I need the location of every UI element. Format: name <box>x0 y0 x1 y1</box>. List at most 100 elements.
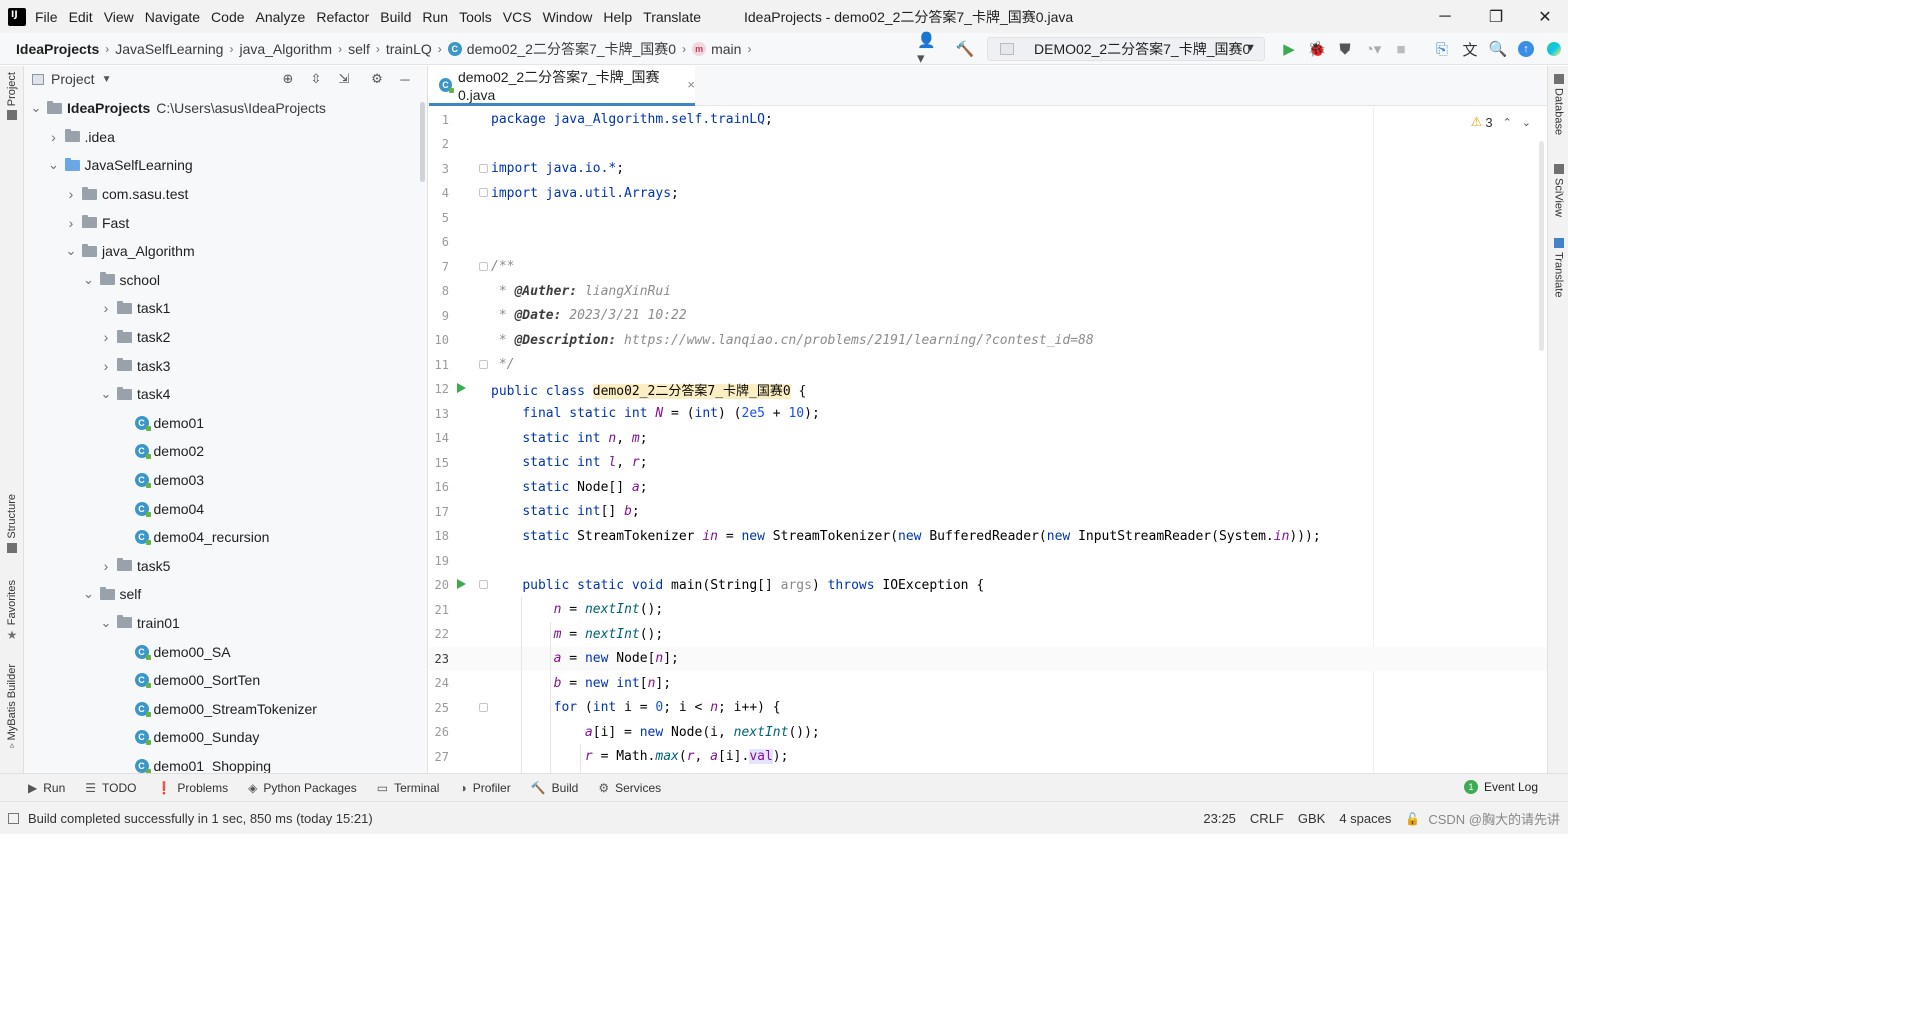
breadcrumb-item[interactable]: Cdemo02_2二分答案7_卡牌_国赛0 <box>447 39 676 59</box>
tab-sciview[interactable]: SciView <box>1548 164 1569 217</box>
chevron-down-icon[interactable]: ▼ <box>102 74 112 85</box>
breadcrumb-item[interactable]: trainLQ <box>386 41 432 57</box>
gear-icon[interactable]: ⚙ <box>364 69 390 89</box>
gutter[interactable] <box>449 230 491 254</box>
tree-item[interactable]: ⌄ JavaSelfLearning <box>24 151 420 180</box>
hammer-icon[interactable]: 🔨 <box>952 36 978 62</box>
code-line[interactable]: 14 static int n, m; <box>429 426 1547 451</box>
tree-item[interactable]: Cdemo01 <box>24 409 420 438</box>
gutter[interactable] <box>449 745 491 769</box>
code-line[interactable]: 25 for (int i = 0; i < n; i++) { <box>429 696 1547 721</box>
tree-item[interactable]: Cdemo00_Sunday <box>24 723 420 752</box>
chevron-up-icon[interactable]: ⌃ <box>1503 116 1512 129</box>
code-line[interactable]: 12 public class demo02_2二分答案7_卡牌_国赛0 { <box>429 377 1547 402</box>
close-tab-icon[interactable]: × <box>687 77 695 92</box>
menu-code[interactable]: Code <box>211 9 244 25</box>
coverage-icon[interactable]: ⛊ <box>1332 36 1358 62</box>
code-line[interactable]: 6 <box>429 230 1547 255</box>
gutter[interactable] <box>449 304 491 328</box>
fold-icon[interactable] <box>479 580 488 590</box>
breadcrumb-item[interactable]: java_Algorithm <box>239 41 332 57</box>
tree-item[interactable]: ⌄ task4 <box>24 380 420 409</box>
gutter[interactable] <box>449 108 491 132</box>
chevron-down-icon[interactable]: ⌄ <box>1522 116 1531 129</box>
chevron-right-icon[interactable]: › <box>100 559 112 573</box>
event-log-button[interactable]: 1 Event Log <box>1463 780 1538 794</box>
debug-icon[interactable]: 🐞 <box>1304 36 1330 62</box>
chevron-right-icon[interactable]: › <box>100 330 112 344</box>
tool-python-packages[interactable]: ◈ Python Packages <box>248 781 357 795</box>
chevron-right-icon[interactable]: › <box>48 130 60 144</box>
tool-services[interactable]: ⚙ Services <box>598 781 661 795</box>
menu-translate[interactable]: Translate <box>643 9 701 25</box>
editor-scrollbar[interactable] <box>1535 141 1547 351</box>
user-icon[interactable]: 👤▾ <box>917 32 943 67</box>
run-gutter-icon[interactable] <box>457 579 466 590</box>
profile-icon[interactable]: ◔▾ <box>1360 36 1386 62</box>
tool-terminal[interactable]: ▭ Terminal <box>377 781 440 795</box>
menu-vcs[interactable]: VCS <box>503 9 532 25</box>
code-line[interactable]: 9 * @Date: 2023/3/21 10:22 <box>429 304 1547 329</box>
lock-icon[interactable]: 🔓 <box>1405 812 1420 826</box>
expand-all-icon[interactable]: ⇳ <box>303 69 329 89</box>
gutter[interactable] <box>449 720 491 744</box>
gutter[interactable] <box>449 402 491 426</box>
tool-profiler[interactable]: ◑ Profiler <box>459 781 510 795</box>
menu-refactor[interactable]: Refactor <box>316 9 369 25</box>
tree-item[interactable]: Cdemo00_SortTen <box>24 666 420 695</box>
code-line[interactable]: 5 <box>429 206 1547 231</box>
menu-tools[interactable]: Tools <box>459 9 492 25</box>
gutter[interactable] <box>449 181 491 205</box>
translate-icon[interactable]: 文 <box>1457 36 1483 62</box>
code-line[interactable]: 3 import java.io.*; <box>429 157 1547 182</box>
code-line[interactable]: 22 m = nextInt(); <box>429 622 1547 647</box>
tree-item[interactable]: Cdemo03 <box>24 466 420 495</box>
gutter[interactable] <box>449 353 491 377</box>
status-message[interactable]: Build completed successfully in 1 sec, 8… <box>8 811 373 826</box>
tool-build[interactable]: 🔨 Build <box>531 781 579 795</box>
code-area[interactable]: 1 package java_Algorithm.self.trainLQ; 2 3 i… <box>429 107 1547 773</box>
gutter[interactable] <box>449 206 491 230</box>
gutter[interactable] <box>449 671 491 695</box>
menu-analyze[interactable]: Analyze <box>256 9 306 25</box>
gutter[interactable] <box>449 622 491 646</box>
gutter[interactable] <box>449 475 491 499</box>
chevron-down-icon[interactable]: ⌄ <box>83 273 95 286</box>
tree-item[interactable]: ⌄ train01 <box>24 609 420 638</box>
collapse-all-icon[interactable]: ⇲ <box>331 69 357 89</box>
breadcrumb-item[interactable]: JavaSelfLearning <box>115 41 223 57</box>
menu-run[interactable]: Run <box>422 9 448 25</box>
gutter[interactable] <box>449 157 491 181</box>
gutter[interactable] <box>449 598 491 622</box>
chevron-right-icon[interactable]: › <box>65 187 77 201</box>
fold-icon[interactable] <box>479 188 488 198</box>
stop-icon[interactable]: ■ <box>1388 36 1414 62</box>
tree-item[interactable]: › task5 <box>24 552 420 581</box>
menu-navigate[interactable]: Navigate <box>145 9 200 25</box>
run-icon[interactable]: ▶ <box>1276 36 1302 62</box>
tree-item[interactable]: Cdemo01_Shopping <box>24 752 420 773</box>
fold-icon[interactable] <box>479 702 488 712</box>
fold-icon[interactable] <box>479 359 488 369</box>
tab-database[interactable]: Database <box>1548 74 1569 135</box>
code-line[interactable]: 21 n = nextInt(); <box>429 598 1547 623</box>
tree-item[interactable]: Cdemo04_recursion <box>24 523 420 552</box>
gutter[interactable] <box>449 451 491 475</box>
gutter[interactable] <box>449 647 491 671</box>
code-line[interactable]: 10 * @Description: https://www.lanqiao.c… <box>429 328 1547 353</box>
tree-item[interactable]: Cdemo04 <box>24 494 420 523</box>
menu-edit[interactable]: Edit <box>69 9 93 25</box>
gutter[interactable] <box>449 132 491 156</box>
chevron-down-icon[interactable]: ⌄ <box>48 158 60 171</box>
gutter[interactable] <box>449 377 491 401</box>
tree-item[interactable]: Cdemo00_StreamTokenizer <box>24 694 420 723</box>
code-line[interactable]: 24 b = new int[n]; <box>429 671 1547 696</box>
tree-item[interactable]: › task1 <box>24 294 420 323</box>
tree-item[interactable]: ⌄ java_Algorithm <box>24 237 420 266</box>
tool-todo[interactable]: ☰ TODO <box>85 781 136 795</box>
chevron-down-icon[interactable]: ⌄ <box>65 244 77 257</box>
tool-problems[interactable]: ❗ Problems <box>156 781 228 795</box>
gutter[interactable] <box>449 573 491 597</box>
scrollbar-thumb[interactable] <box>1539 141 1544 351</box>
gutter[interactable] <box>449 279 491 303</box>
